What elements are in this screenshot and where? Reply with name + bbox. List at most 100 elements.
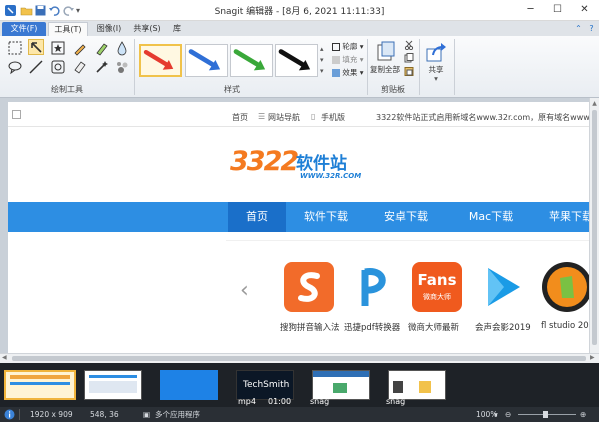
nav-software: 软件下载	[304, 210, 348, 223]
minimize-button[interactable]: ─	[517, 0, 544, 21]
vertical-scrollbar[interactable]: ▲	[589, 98, 599, 353]
tray-thumb-video[interactable]: TechSmith	[236, 370, 294, 400]
info-icon[interactable]	[4, 409, 15, 422]
style-red-arrow[interactable]	[139, 44, 182, 77]
tray-thumb-snag-1-preview	[313, 371, 369, 377]
effects-icon	[332, 69, 340, 77]
zoom-out-icon[interactable]: ⊖	[505, 409, 511, 420]
cut-icon[interactable]	[404, 40, 414, 50]
close-button[interactable]: ✕	[571, 0, 598, 21]
site-nav-bar: 首页 软件下载 安卓下载 Mac下载 苹果下载	[8, 202, 589, 232]
stamp-tool-icon[interactable]	[50, 40, 66, 56]
carousel-prev-icon: ‹	[240, 278, 249, 303]
nav-mac: Mac下载	[468, 210, 514, 223]
effects-button[interactable]: 效果 ▾	[332, 67, 364, 78]
arrow-tool-icon[interactable]	[28, 39, 44, 55]
status-divider	[19, 409, 20, 420]
draw-tools-group-label: 绘制工具	[51, 85, 83, 94]
outline-button[interactable]: 轮廓 ▾	[332, 41, 364, 52]
title-bar: ▾ Snagit 编辑器 - [8月 6, 2021 11:11:33] ─ ☐…	[0, 0, 599, 21]
paste-icon[interactable]	[404, 66, 414, 76]
tray-thumb-snag-2-preview	[393, 381, 403, 393]
tab-tools[interactable]: 工具(T)	[48, 22, 88, 36]
style-blue-arrow[interactable]	[185, 44, 228, 77]
menu-icon: ☰	[258, 112, 266, 121]
outline-icon	[332, 43, 340, 51]
page-checkbox-icon	[12, 110, 21, 119]
app-name-flstudio: fl studio 20	[541, 321, 589, 331]
tab-library[interactable]: 库	[168, 22, 186, 36]
tray-thumb-snag-1[interactable]	[312, 370, 370, 400]
outline-label: 轮廓	[342, 42, 358, 51]
share-dropdown-icon[interactable]: ▾	[422, 74, 450, 83]
capture-tray: TechSmith mp4 01:00 snag snag	[0, 363, 599, 407]
ribbon-separator	[419, 39, 420, 95]
style-green-arrow[interactable]	[230, 44, 273, 77]
copy-icon[interactable]	[404, 53, 414, 63]
horizontal-scrollbar[interactable]: ◀ ▶	[0, 353, 599, 363]
horizontal-scroll-thumb[interactable]	[12, 356, 586, 361]
fill-label: 填充	[342, 55, 358, 64]
nav-android: 安卓下载	[384, 210, 428, 223]
pdf-converter-app-icon	[348, 262, 398, 312]
text-callout-tool-icon[interactable]	[7, 59, 23, 75]
tray-thumb-1-preview-bar	[10, 382, 70, 385]
tab-image[interactable]: 图像(I)	[92, 22, 126, 36]
tray-thumb-3[interactable]	[160, 370, 218, 400]
app-carousel	[226, 240, 589, 353]
techsmith-label: TechSmith	[243, 380, 290, 390]
highlighter-tool-icon[interactable]	[94, 40, 110, 56]
fans-logo-text: Fans	[417, 271, 457, 289]
style-gallery-scroll-icon[interactable]: ▴ ▾ ▾	[320, 44, 328, 77]
zoom-slider-thumb[interactable]	[543, 411, 548, 418]
tray-thumb-snag-2-preview-body	[419, 381, 431, 393]
line-tool-icon[interactable]	[28, 59, 44, 75]
zoom-dropdown-icon[interactable]: ▾	[494, 409, 498, 420]
site-logo-url: WWW.32R.COM	[300, 172, 362, 180]
scroll-left-icon[interactable]: ◀	[2, 354, 7, 361]
ribbon-collapse-icon[interactable]: ⌃	[573, 23, 584, 34]
style-black-arrow[interactable]	[275, 44, 318, 77]
source-apps: 多个应用程序	[155, 410, 200, 419]
vertical-scroll-thumb[interactable]	[592, 110, 597, 345]
help-icon[interactable]: ?	[586, 23, 597, 34]
pen-tool-icon[interactable]	[72, 40, 88, 56]
ribbon: 绘制工具 ▴ ▾ ▾ 样式 轮廓 ▾ 填充 ▾ 效果 ▾ 复制全部 剪贴板 共享 ▾	[0, 36, 599, 98]
shape-tool-icon[interactable]	[50, 59, 66, 75]
domain-notice: 3322软件站正式启用新域名www.32r.com，原有域名www.3322	[376, 113, 589, 122]
magic-wand-tool-icon[interactable]	[94, 59, 110, 75]
top-link-home: 首页	[232, 113, 248, 122]
nav-home: 首页	[228, 202, 286, 232]
blur-tool-icon[interactable]	[114, 59, 130, 75]
tab-share[interactable]: 共享(S)	[130, 22, 164, 36]
share-icon[interactable]	[425, 41, 447, 63]
site-logo-digits: 3322	[230, 146, 299, 177]
tab-file[interactable]: 文件(F)	[2, 22, 46, 36]
zoom-in-icon[interactable]: ⊕	[580, 409, 586, 420]
eraser-tool-icon[interactable]	[72, 59, 88, 75]
fill-button[interactable]: 填充 ▾	[332, 54, 364, 65]
ribbon-separator	[454, 39, 455, 95]
fill-tool-icon[interactable]	[114, 40, 130, 56]
copy-all-label[interactable]: 复制全部	[368, 64, 402, 75]
tray-thumb-video-duration: 01:00	[268, 397, 292, 406]
maximize-button[interactable]: ☐	[544, 0, 571, 21]
weishang-app-icon: Fans 微商大师	[412, 262, 462, 312]
tray-thumb-snag-2[interactable]	[388, 370, 446, 400]
app-name-videostudio: 会声会影2019	[475, 323, 531, 333]
copy-all-icon[interactable]	[375, 41, 397, 63]
tray-thumb-2[interactable]	[84, 370, 142, 400]
tray-thumb-2-preview-body	[89, 381, 137, 393]
apps-icon: ▣	[143, 410, 151, 419]
tray-thumb-1[interactable]	[4, 370, 76, 400]
captured-webpage: 首页 ☰ 网站导航 ▯ 手机版 3322软件站正式启用新域名www.32r.co…	[8, 102, 589, 353]
selection-tool-icon[interactable]	[7, 40, 23, 56]
image-canvas[interactable]: 首页 ☰ 网站导航 ▯ 手机版 3322软件站正式启用新域名www.32r.co…	[0, 98, 589, 353]
effects-label: 效果	[342, 68, 358, 77]
scroll-right-icon[interactable]: ▶	[590, 354, 595, 361]
scroll-up-icon[interactable]: ▲	[590, 100, 599, 107]
flstudio-app-icon	[542, 262, 589, 312]
top-link-sitenav: 网站导航	[268, 113, 300, 122]
top-link-mobile: 手机版	[321, 113, 345, 122]
ribbon-tabs: 文件(F) 工具(T) 图像(I) 共享(S) 库 ⌃ ?	[0, 21, 599, 36]
